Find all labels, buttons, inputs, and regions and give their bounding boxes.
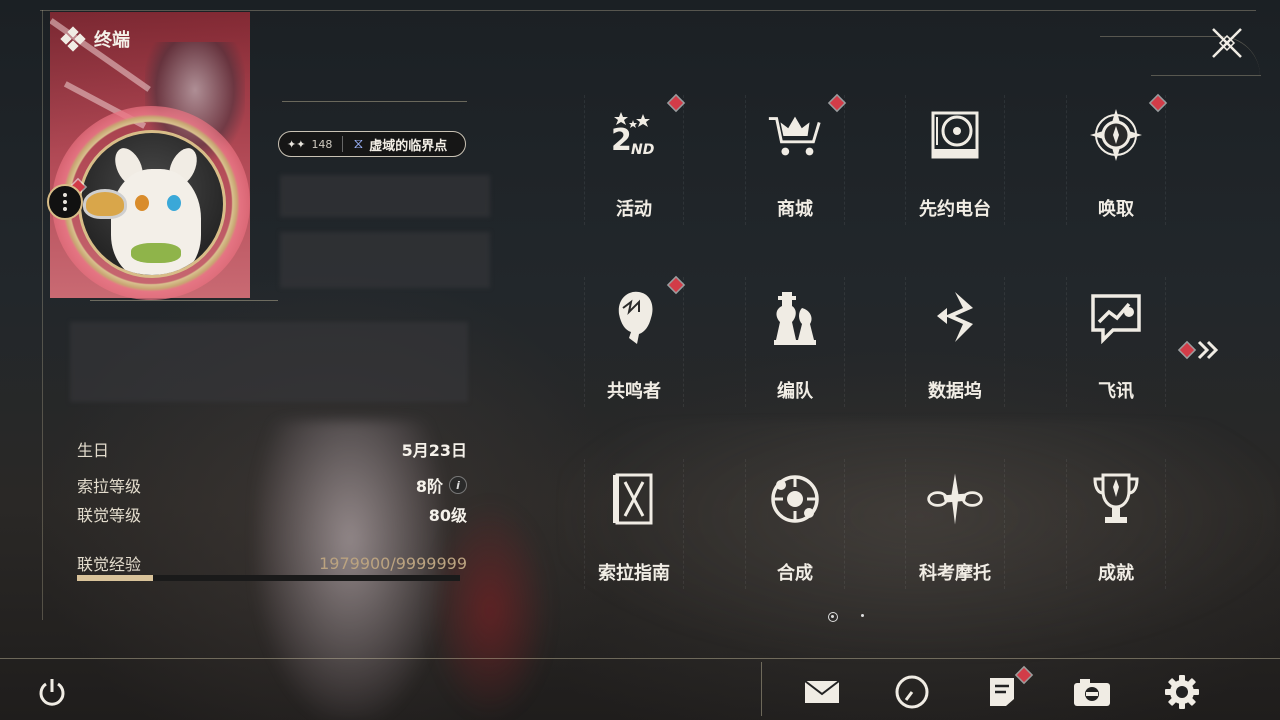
menu-item-chat-message[interactable]: 飞讯 — [1066, 277, 1166, 407]
title-badge[interactable]: ✦✦ 148 ⧖ 虚域的临界点 — [278, 131, 466, 157]
info-row-union-level: 联觉等级 80级 — [77, 502, 467, 526]
chat-message-icon — [1086, 287, 1146, 347]
info-value: 5月23日 — [401, 441, 467, 460]
mail-icon — [804, 680, 840, 703]
info-label: 索拉等级 — [77, 477, 142, 496]
menu-item-team-chess[interactable]: 编队 — [745, 277, 845, 407]
synthesis-icon — [765, 469, 825, 529]
terminal-header: 终端 — [60, 26, 130, 52]
menu-item-label: 商城 — [777, 199, 813, 220]
svg-text:ND: ND — [631, 142, 654, 158]
info-row-union-exp: 联觉经验 1979900/9999999 — [77, 551, 467, 575]
hourglass-icon: ⧖ — [353, 136, 364, 152]
menu-item-label: 索拉指南 — [598, 563, 670, 584]
double-chevron-right-icon — [1197, 340, 1219, 360]
menu-item-label: 科考摩托 — [919, 563, 991, 584]
motorcycle-icon — [925, 469, 985, 529]
hidden-player-name — [280, 175, 490, 217]
avatar[interactable] — [78, 130, 226, 278]
menu-item-event-2nd-anniversary[interactable]: 2 ND 活动 — [584, 95, 684, 225]
clock-button[interactable] — [892, 672, 932, 712]
menu-item-label: 活动 — [616, 199, 652, 220]
menu-item-synthesis[interactable]: 合成 — [745, 459, 845, 589]
radio-vinyl-icon — [925, 105, 985, 165]
info-label: 联觉等级 — [77, 506, 142, 525]
notice-button[interactable] — [982, 672, 1022, 712]
power-button[interactable] — [32, 672, 72, 712]
menu-item-motorcycle[interactable]: 科考摩托 — [905, 459, 1005, 589]
clock-icon — [895, 675, 929, 709]
menu-item-label: 数据坞 — [928, 381, 982, 402]
next-page-badge — [1179, 342, 1195, 358]
resonator-portrait-icon — [604, 287, 664, 347]
terminal-title: 终端 — [94, 30, 130, 51]
next-page-button[interactable] — [1196, 338, 1220, 362]
menu-item-label: 飞讯 — [1098, 381, 1134, 402]
close-button[interactable] — [1208, 24, 1246, 62]
menu-item-convene-compass[interactable]: 唤取 — [1066, 95, 1166, 225]
menu-item-label: 编队 — [777, 381, 813, 402]
bottom-divider — [0, 658, 1280, 659]
info-row-sola-level: 索拉等级 8阶 i — [77, 473, 467, 497]
avatar-food-bowl — [83, 189, 127, 219]
info-label: 生日 — [77, 441, 110, 460]
divider — [90, 300, 278, 301]
profile-more-button[interactable] — [47, 184, 83, 220]
info-row-birthday: 生日 5月23日 — [77, 437, 467, 461]
menu-item-shop-crown-cart[interactable]: 商城 — [745, 95, 845, 225]
avatar-leaf — [131, 243, 181, 263]
pager-dot-active[interactable] — [828, 612, 838, 622]
sparkle-icon: ✦✦ — [287, 137, 306, 151]
info-label: 联觉经验 — [77, 555, 142, 574]
mail-button[interactable] — [802, 672, 842, 712]
hidden-signature[interactable] — [70, 322, 468, 402]
menu-item-resonator-portrait[interactable]: 共鸣者 — [584, 277, 684, 407]
avatar-eye — [167, 195, 181, 211]
menu-item-label: 先约电台 — [919, 199, 991, 220]
exp-progress-fill — [77, 575, 153, 581]
event-2nd-anniversary-icon: 2 ND — [604, 105, 664, 165]
data-bank-icon — [925, 287, 985, 347]
settings-gear-icon — [1165, 675, 1199, 709]
exp-value: 1979900/9999999 — [319, 553, 467, 573]
settings-button[interactable] — [1162, 672, 1202, 712]
terminal-diamond-icon — [60, 26, 86, 52]
avatar-eye — [135, 195, 149, 211]
frame-top-line — [40, 10, 1256, 11]
divider — [342, 136, 344, 152]
menu-item-label: 共鸣者 — [607, 381, 661, 402]
menu-item-data-bank[interactable]: 数据坞 — [905, 277, 1005, 407]
power-icon — [39, 679, 65, 706]
team-chess-icon — [765, 287, 825, 347]
info-value: 8阶 — [415, 477, 443, 496]
info-value: 80级 — [428, 506, 467, 525]
menu-item-trophy[interactable]: 成就 — [1066, 459, 1166, 589]
notice-icon — [990, 678, 1014, 706]
info-icon[interactable]: i — [449, 476, 467, 494]
menu-item-label: 唤取 — [1098, 199, 1134, 220]
menu-item-label: 成就 — [1098, 563, 1134, 584]
title-badge-number: 148 — [311, 137, 333, 151]
svg-text:2: 2 — [611, 123, 632, 158]
close-icon — [1212, 28, 1242, 58]
convene-compass-icon — [1086, 105, 1146, 165]
menu-item-guidebook[interactable]: 索拉指南 — [584, 459, 684, 589]
menu-item-label: 合成 — [777, 563, 813, 584]
camera-button[interactable] — [1072, 672, 1112, 712]
guidebook-icon — [604, 469, 664, 529]
divider — [282, 101, 467, 102]
title-badge-name: 虚域的临界点 — [369, 138, 448, 154]
camera-icon — [1074, 679, 1110, 706]
background-character-cloth — [430, 500, 550, 720]
bottom-vertical-divider — [761, 662, 762, 716]
exp-progress-bar — [77, 575, 460, 581]
trophy-icon — [1086, 469, 1146, 529]
menu-item-radio-vinyl[interactable]: 先约电台 — [905, 95, 1005, 225]
shop-crown-cart-icon — [765, 105, 825, 165]
pager-dot[interactable] — [859, 612, 869, 622]
hidden-player-uid — [280, 232, 490, 288]
frame-left-line — [42, 10, 43, 620]
